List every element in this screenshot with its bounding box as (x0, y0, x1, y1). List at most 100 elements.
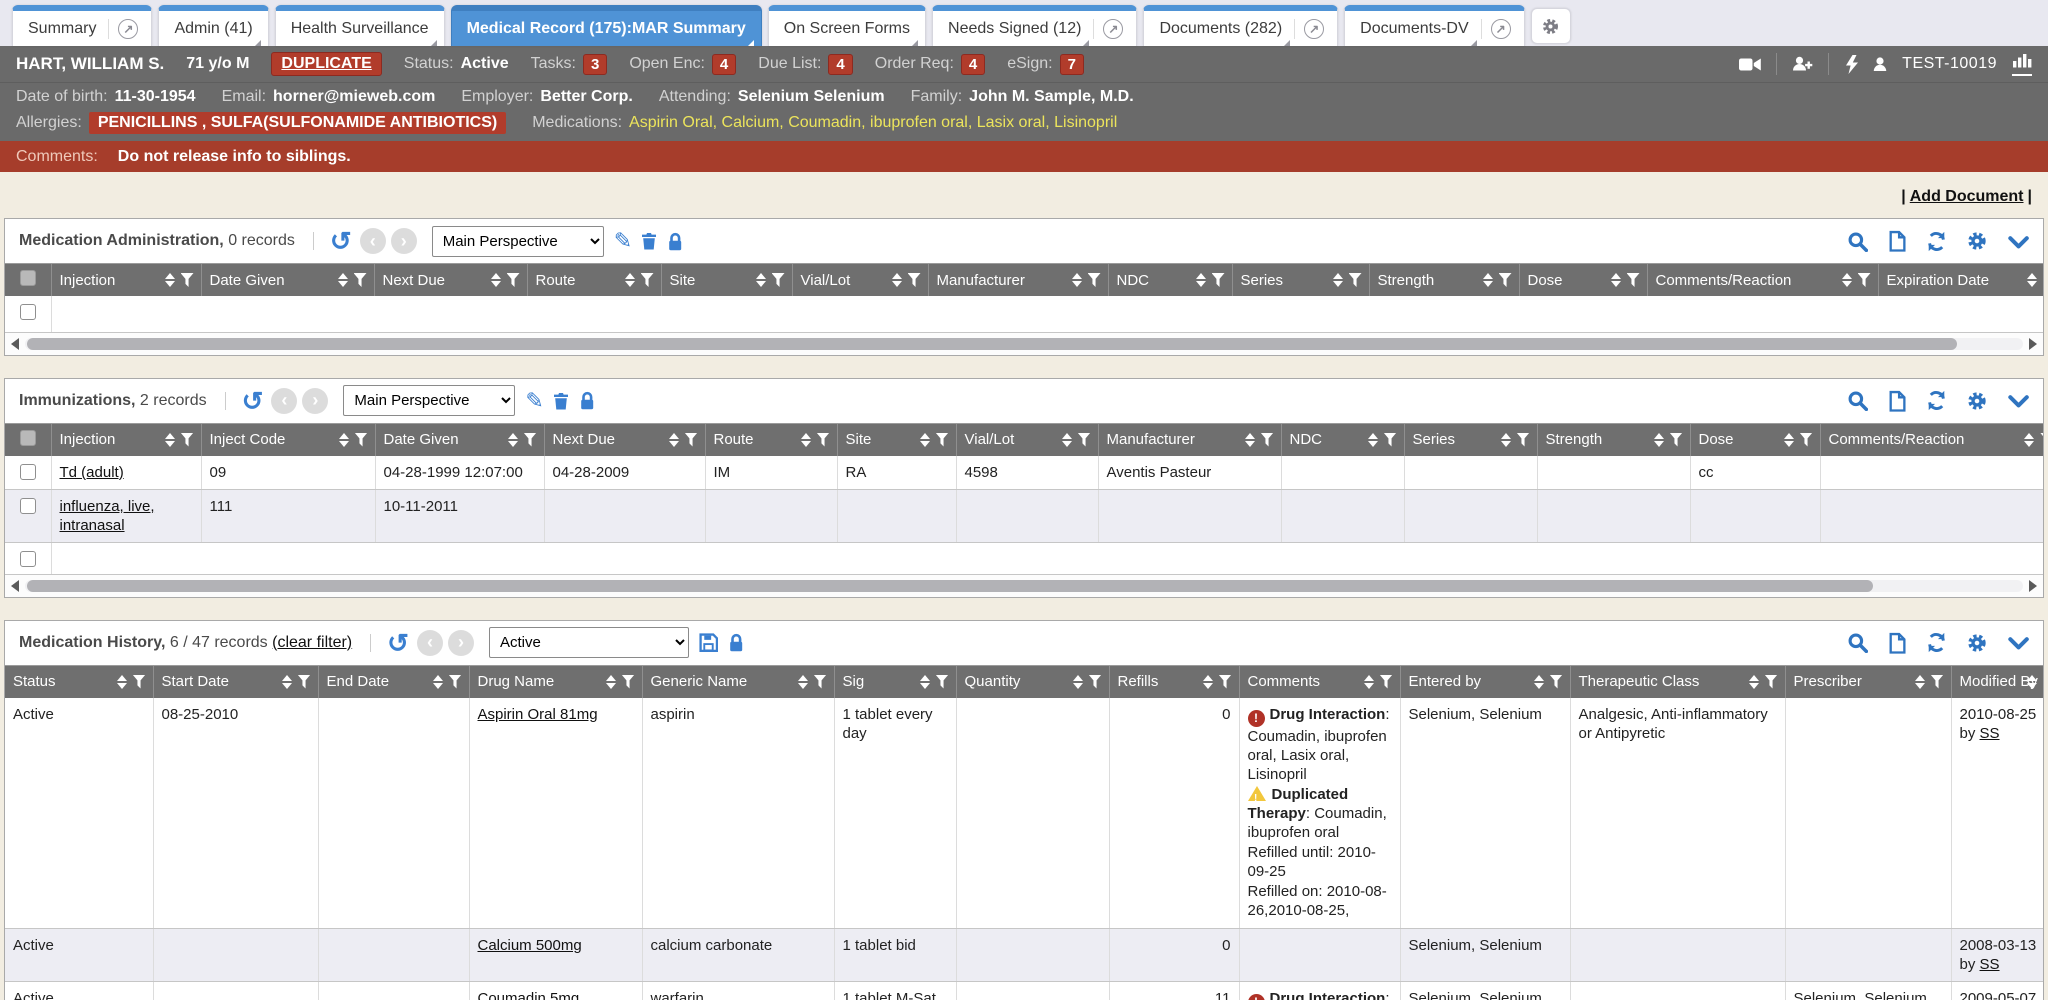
column-header[interactable]: Inject Code (201, 424, 375, 456)
column-header[interactable]: Next Due (544, 424, 705, 456)
column-header[interactable]: Injection (51, 264, 201, 296)
filter-icon[interactable] (817, 433, 830, 447)
edit-icon[interactable]: ✎ (614, 228, 632, 254)
sort-icon[interactable] (920, 433, 930, 447)
tab-documents-dv[interactable]: Documents-DV↗ (1344, 5, 1524, 46)
filter-icon[interactable] (1765, 675, 1778, 689)
popout-icon[interactable]: ↗ (1491, 19, 1511, 39)
scrollbar-thumb[interactable] (27, 338, 1957, 350)
new-document-icon[interactable] (1887, 230, 1907, 252)
sort-icon[interactable] (1654, 433, 1664, 447)
search-icon[interactable] (1847, 231, 1868, 252)
sort-icon[interactable] (1062, 433, 1072, 447)
column-header[interactable]: Start Date (153, 666, 318, 698)
lightning-icon[interactable] (1844, 55, 1858, 74)
column-header[interactable]: Dose (1690, 424, 1820, 456)
collapse-icon[interactable] (2007, 391, 2029, 410)
filter-icon[interactable] (1627, 273, 1640, 287)
clear-filter-link[interactable]: (clear filter) (272, 634, 352, 651)
filter-icon[interactable] (1800, 433, 1813, 447)
column-header[interactable]: Date Given (375, 424, 544, 456)
sort-icon[interactable] (669, 433, 679, 447)
filter-icon[interactable] (1078, 433, 1091, 447)
filter-icon[interactable] (1550, 675, 1563, 689)
drug-name-link[interactable]: Coumadin 5mg (478, 990, 580, 1000)
filter-icon[interactable] (355, 433, 368, 447)
column-header[interactable]: Vial/Lot (792, 264, 928, 296)
sort-icon[interactable] (625, 273, 635, 287)
sort-icon[interactable] (1842, 273, 1852, 287)
row-checkbox[interactable] (20, 551, 36, 567)
tab-medical-record-mar-summary[interactable]: Medical Record (175):MAR Summary (451, 5, 762, 46)
add-document-link[interactable]: Add Document (1910, 188, 2024, 205)
prev-perspective-icon[interactable]: ‹ (417, 630, 443, 656)
perspective-select[interactable]: Main Perspective (343, 385, 515, 416)
reload-icon[interactable]: ↺ (330, 230, 352, 252)
tab-health-surveillance[interactable]: Health Surveillance (275, 5, 445, 46)
filter-icon[interactable] (1931, 675, 1944, 689)
sort-icon[interactable] (798, 675, 808, 689)
scrollbar-track[interactable] (25, 338, 2023, 350)
filter-icon[interactable] (1261, 433, 1274, 447)
column-header[interactable]: Vial/Lot (956, 424, 1098, 456)
sort-icon[interactable] (338, 273, 348, 287)
filter-icon[interactable] (181, 273, 194, 287)
sort-icon[interactable] (2027, 675, 2037, 689)
sort-icon[interactable] (1364, 675, 1374, 689)
sort-icon[interactable] (2027, 273, 2037, 287)
tab-documents[interactable]: Documents (282)↗ (1143, 5, 1338, 46)
due-list-count-badge[interactable]: 4 (828, 54, 852, 75)
column-header[interactable]: Manufacturer (928, 264, 1108, 296)
modified-by-link[interactable]: SS (1980, 956, 2000, 973)
sort-icon[interactable] (1784, 433, 1794, 447)
filter-icon[interactable] (507, 273, 520, 287)
scrollbar-thumb[interactable] (27, 580, 1873, 592)
reload-icon[interactable]: ↺ (387, 632, 409, 654)
duplicate-badge[interactable]: DUPLICATE (271, 52, 381, 76)
filter-icon[interactable] (622, 675, 635, 689)
sort-icon[interactable] (1915, 675, 1925, 689)
column-header[interactable]: Status (5, 666, 153, 698)
modified-by-link[interactable]: SS (1980, 725, 2000, 742)
gear-icon[interactable] (1966, 230, 1988, 252)
filter-icon[interactable] (133, 675, 146, 689)
filter-icon[interactable] (1670, 433, 1683, 447)
new-document-icon[interactable] (1887, 632, 1907, 654)
sort-icon[interactable] (1196, 273, 1206, 287)
column-header[interactable]: End Date (318, 666, 469, 698)
sort-icon[interactable] (2024, 433, 2034, 447)
drug-name-link[interactable]: Calcium 500mg (478, 937, 582, 954)
sort-icon[interactable] (165, 433, 175, 447)
sort-icon[interactable] (1501, 433, 1511, 447)
column-header[interactable]: Next Due (374, 264, 527, 296)
sort-icon[interactable] (1203, 675, 1213, 689)
sort-icon[interactable] (1073, 675, 1083, 689)
prev-perspective-icon[interactable]: ‹ (360, 228, 386, 254)
scrollbar-track[interactable] (25, 580, 2023, 592)
sort-icon[interactable] (801, 433, 811, 447)
edit-icon[interactable]: ✎ (525, 388, 543, 414)
sort-icon[interactable] (892, 273, 902, 287)
filter-icon[interactable] (1088, 273, 1101, 287)
sort-icon[interactable] (165, 273, 175, 287)
column-header[interactable]: Comments/Reaction (1820, 424, 2043, 456)
bar-chart-icon[interactable] (2012, 52, 2032, 68)
filter-icon[interactable] (1499, 273, 1512, 287)
sort-icon[interactable] (491, 273, 501, 287)
select-all-checkbox[interactable] (5, 424, 51, 456)
delete-icon[interactable] (553, 392, 569, 410)
lock-icon[interactable] (579, 391, 595, 410)
injection-link[interactable]: Td (adult) (60, 464, 124, 481)
injection-link[interactable]: influenza, live, intranasal (60, 498, 155, 534)
open-enc-count-badge[interactable]: 4 (712, 54, 736, 75)
sort-icon[interactable] (1072, 273, 1082, 287)
sort-icon[interactable] (1368, 433, 1378, 447)
column-header[interactable]: Strength (1369, 264, 1519, 296)
filter-icon[interactable] (1219, 675, 1232, 689)
filter-icon[interactable] (1517, 433, 1530, 447)
filter-icon[interactable] (524, 433, 537, 447)
filter-icon[interactable] (936, 433, 949, 447)
drug-name-link[interactable]: Aspirin Oral 81mg (478, 706, 598, 723)
filter-icon[interactable] (641, 273, 654, 287)
row-checkbox[interactable] (20, 498, 36, 514)
